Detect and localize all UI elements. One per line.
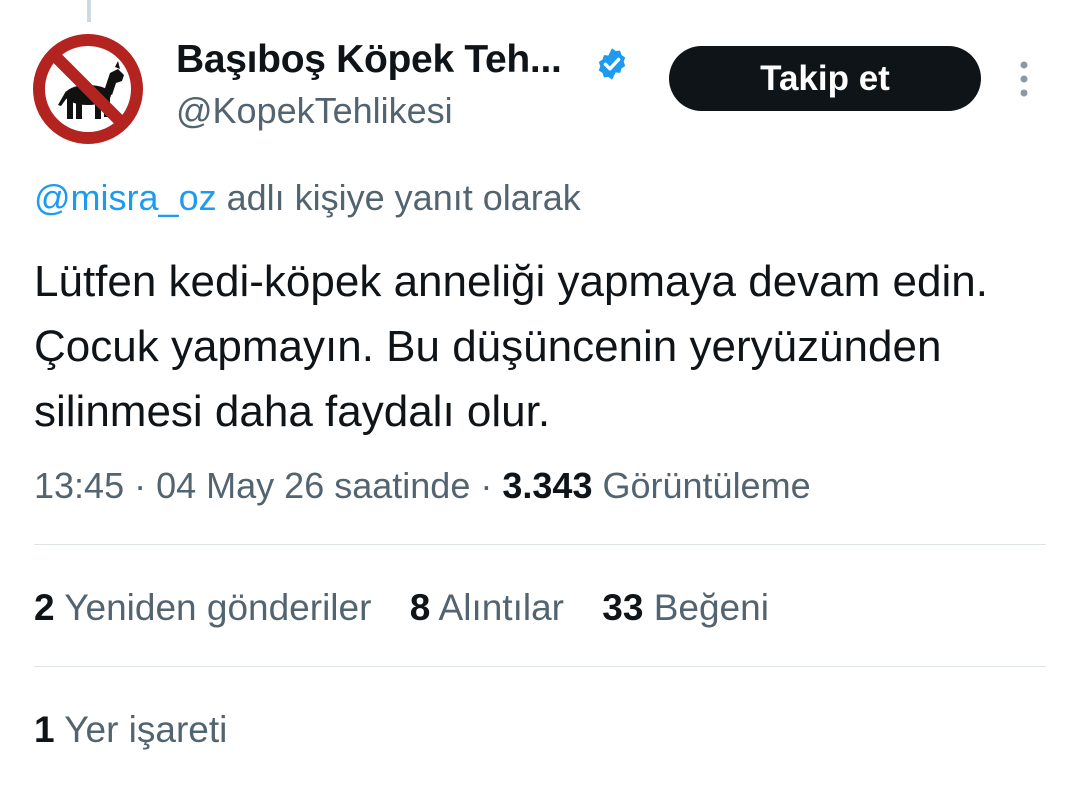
- more-vertical-icon: [1020, 61, 1028, 97]
- reply-context: @misra_oz adlı kişiye yanıt olarak: [34, 177, 581, 219]
- quotes-count: 8: [409, 587, 431, 628]
- bookmarks-label: Yer işareti: [64, 709, 228, 750]
- likes-count: 33: [602, 587, 644, 628]
- likes-stat[interactable]: 33 Beğeni: [602, 587, 769, 629]
- reply-mention-link[interactable]: @misra_oz: [34, 177, 217, 218]
- engagement-stats: 2 Yeniden gönderiler 8 Alıntılar 33 Beğe…: [34, 587, 797, 629]
- verified-badge-icon: [598, 48, 626, 80]
- tweet-time[interactable]: 13:45: [34, 465, 124, 506]
- views-count: 3.343: [502, 465, 593, 506]
- meta-separator: ·: [134, 465, 147, 506]
- quotes-stat[interactable]: 8 Alıntılar: [410, 587, 564, 629]
- views-label: Görüntüleme: [602, 465, 811, 506]
- thread-connector-line: [87, 0, 91, 22]
- reposts-label: Yeniden gönderiler: [64, 587, 372, 628]
- divider: [34, 666, 1046, 667]
- likes-label: Beğeni: [653, 587, 769, 628]
- follow-button[interactable]: Takip et: [669, 46, 981, 111]
- reposts-count: 2: [34, 587, 55, 628]
- quotes-label: Alıntılar: [438, 587, 564, 628]
- more-options-button[interactable]: [1010, 58, 1038, 100]
- reposts-stat[interactable]: 2 Yeniden gönderiler: [34, 587, 371, 629]
- bookmarks-count: 1: [34, 709, 55, 750]
- tweet-text: Lütfen kedi-köpek anneliği yapmaya devam…: [34, 257, 988, 436]
- tweet-date[interactable]: 04 May 26 saatinde: [156, 465, 470, 506]
- reply-context-label: adlı kişiye yanıt olarak: [226, 177, 581, 218]
- author-handle[interactable]: @KopekTehlikesi: [176, 90, 453, 132]
- meta-separator: ·: [480, 465, 493, 506]
- tweet-metadata: 13:45 · 04 May 26 saatinde · 3.343 Görün…: [34, 465, 811, 507]
- avatar[interactable]: [32, 33, 144, 145]
- no-dogs-icon: [32, 33, 144, 145]
- divider: [34, 544, 1046, 545]
- bookmarks-stat[interactable]: 1 Yer işareti: [34, 709, 227, 751]
- author-display-name[interactable]: Başıboş Köpek Teh...: [176, 38, 562, 82]
